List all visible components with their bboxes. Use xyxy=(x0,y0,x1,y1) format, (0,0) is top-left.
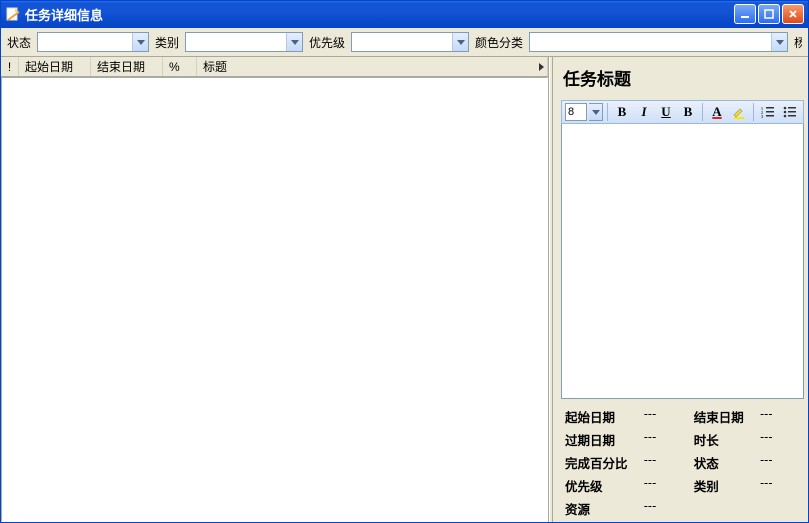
chevron-down-icon[interactable] xyxy=(286,33,302,51)
svg-text:3: 3 xyxy=(761,114,763,118)
task-list-pane: ! 起始日期 结束日期 % 标题 xyxy=(1,57,549,522)
column-percent[interactable]: % xyxy=(163,57,197,76)
detail-end-value: --- xyxy=(760,407,800,426)
category-filter-label: 类别 xyxy=(155,34,179,51)
priority-filter-combo[interactable] xyxy=(351,32,469,52)
numbered-list-button[interactable]: 1 2 3 xyxy=(758,102,778,122)
separator-icon xyxy=(702,103,703,121)
rich-text-area[interactable] xyxy=(561,124,804,399)
minimize-button[interactable] xyxy=(734,4,756,24)
detail-status-value: --- xyxy=(760,453,800,472)
detail-category-label: 类别 xyxy=(694,476,750,495)
category-filter-combo[interactable] xyxy=(185,32,303,52)
app-icon xyxy=(5,6,21,22)
priority-filter-label: 优先级 xyxy=(309,34,345,51)
close-button[interactable] xyxy=(782,4,804,24)
detail-resource-value: --- xyxy=(644,499,684,518)
detail-duration-label: 时长 xyxy=(694,430,750,449)
column-title-label: 标题 xyxy=(203,58,227,75)
status-filter-label: 状态 xyxy=(7,34,31,51)
italic-button[interactable]: I xyxy=(634,102,654,122)
detail-fields: 起始日期 --- 结束日期 --- 过期日期 --- 时长 --- 完成百分比 … xyxy=(561,399,804,522)
detail-priority-value: --- xyxy=(644,476,684,495)
detail-start-value: --- xyxy=(644,407,684,426)
chevron-down-icon[interactable] xyxy=(771,33,787,51)
font-size-input[interactable] xyxy=(565,103,587,121)
chevron-down-icon[interactable] xyxy=(132,33,148,51)
filter-toolbar: 状态 类别 优先级 颜色分类 杨 xyxy=(1,28,808,57)
underline-button[interactable]: U xyxy=(656,102,676,122)
bullet-list-button[interactable] xyxy=(780,102,800,122)
detail-duration-value: --- xyxy=(760,430,800,449)
bold2-button[interactable]: B xyxy=(678,102,698,122)
font-size-dropdown[interactable] xyxy=(589,103,603,121)
column-title[interactable]: 标题 xyxy=(197,57,532,76)
task-list-body[interactable] xyxy=(1,77,548,522)
task-title-heading: 任务标题 xyxy=(561,61,804,100)
column-start-date[interactable]: 起始日期 xyxy=(19,57,91,76)
toolbar-overflow-text: 杨 xyxy=(794,34,802,51)
detail-end-label: 结束日期 xyxy=(694,407,750,426)
color-filter-combo[interactable] xyxy=(529,32,788,52)
window-title: 任务详细信息 xyxy=(25,5,734,24)
detail-pct-label: 完成百分比 xyxy=(565,453,634,472)
detail-due-label: 过期日期 xyxy=(565,430,634,449)
column-priority-mark[interactable]: ! xyxy=(1,57,19,76)
highlight-button[interactable] xyxy=(729,102,749,122)
column-header-row: ! 起始日期 结束日期 % 标题 xyxy=(1,57,548,77)
detail-start-label: 起始日期 xyxy=(565,407,634,426)
chevron-down-icon[interactable] xyxy=(452,33,468,51)
separator-icon xyxy=(753,103,754,121)
detail-category-value: --- xyxy=(760,476,800,495)
title-bar: 任务详细信息 xyxy=(1,1,808,28)
caret-right-icon xyxy=(539,63,544,71)
separator-icon xyxy=(607,103,608,121)
column-overflow-button[interactable] xyxy=(532,57,548,76)
detail-resource-label: 资源 xyxy=(565,499,634,518)
maximize-button[interactable] xyxy=(758,4,780,24)
detail-priority-label: 优先级 xyxy=(565,476,634,495)
font-color-button[interactable]: A xyxy=(707,102,727,122)
detail-pct-value: --- xyxy=(644,453,684,472)
main-split: ! 起始日期 结束日期 % 标题 任务标题 B I U B xyxy=(1,57,808,522)
status-filter-combo[interactable] xyxy=(37,32,149,52)
detail-pane: 任务标题 B I U B A 1 2 3 xyxy=(553,57,808,522)
detail-due-value: --- xyxy=(644,430,684,449)
bold-button[interactable]: B xyxy=(612,102,632,122)
editor-toolbar: B I U B A 1 2 3 xyxy=(561,100,804,124)
detail-status-label: 状态 xyxy=(694,453,750,472)
column-end-date[interactable]: 结束日期 xyxy=(91,57,163,76)
color-filter-label: 颜色分类 xyxy=(475,34,523,51)
